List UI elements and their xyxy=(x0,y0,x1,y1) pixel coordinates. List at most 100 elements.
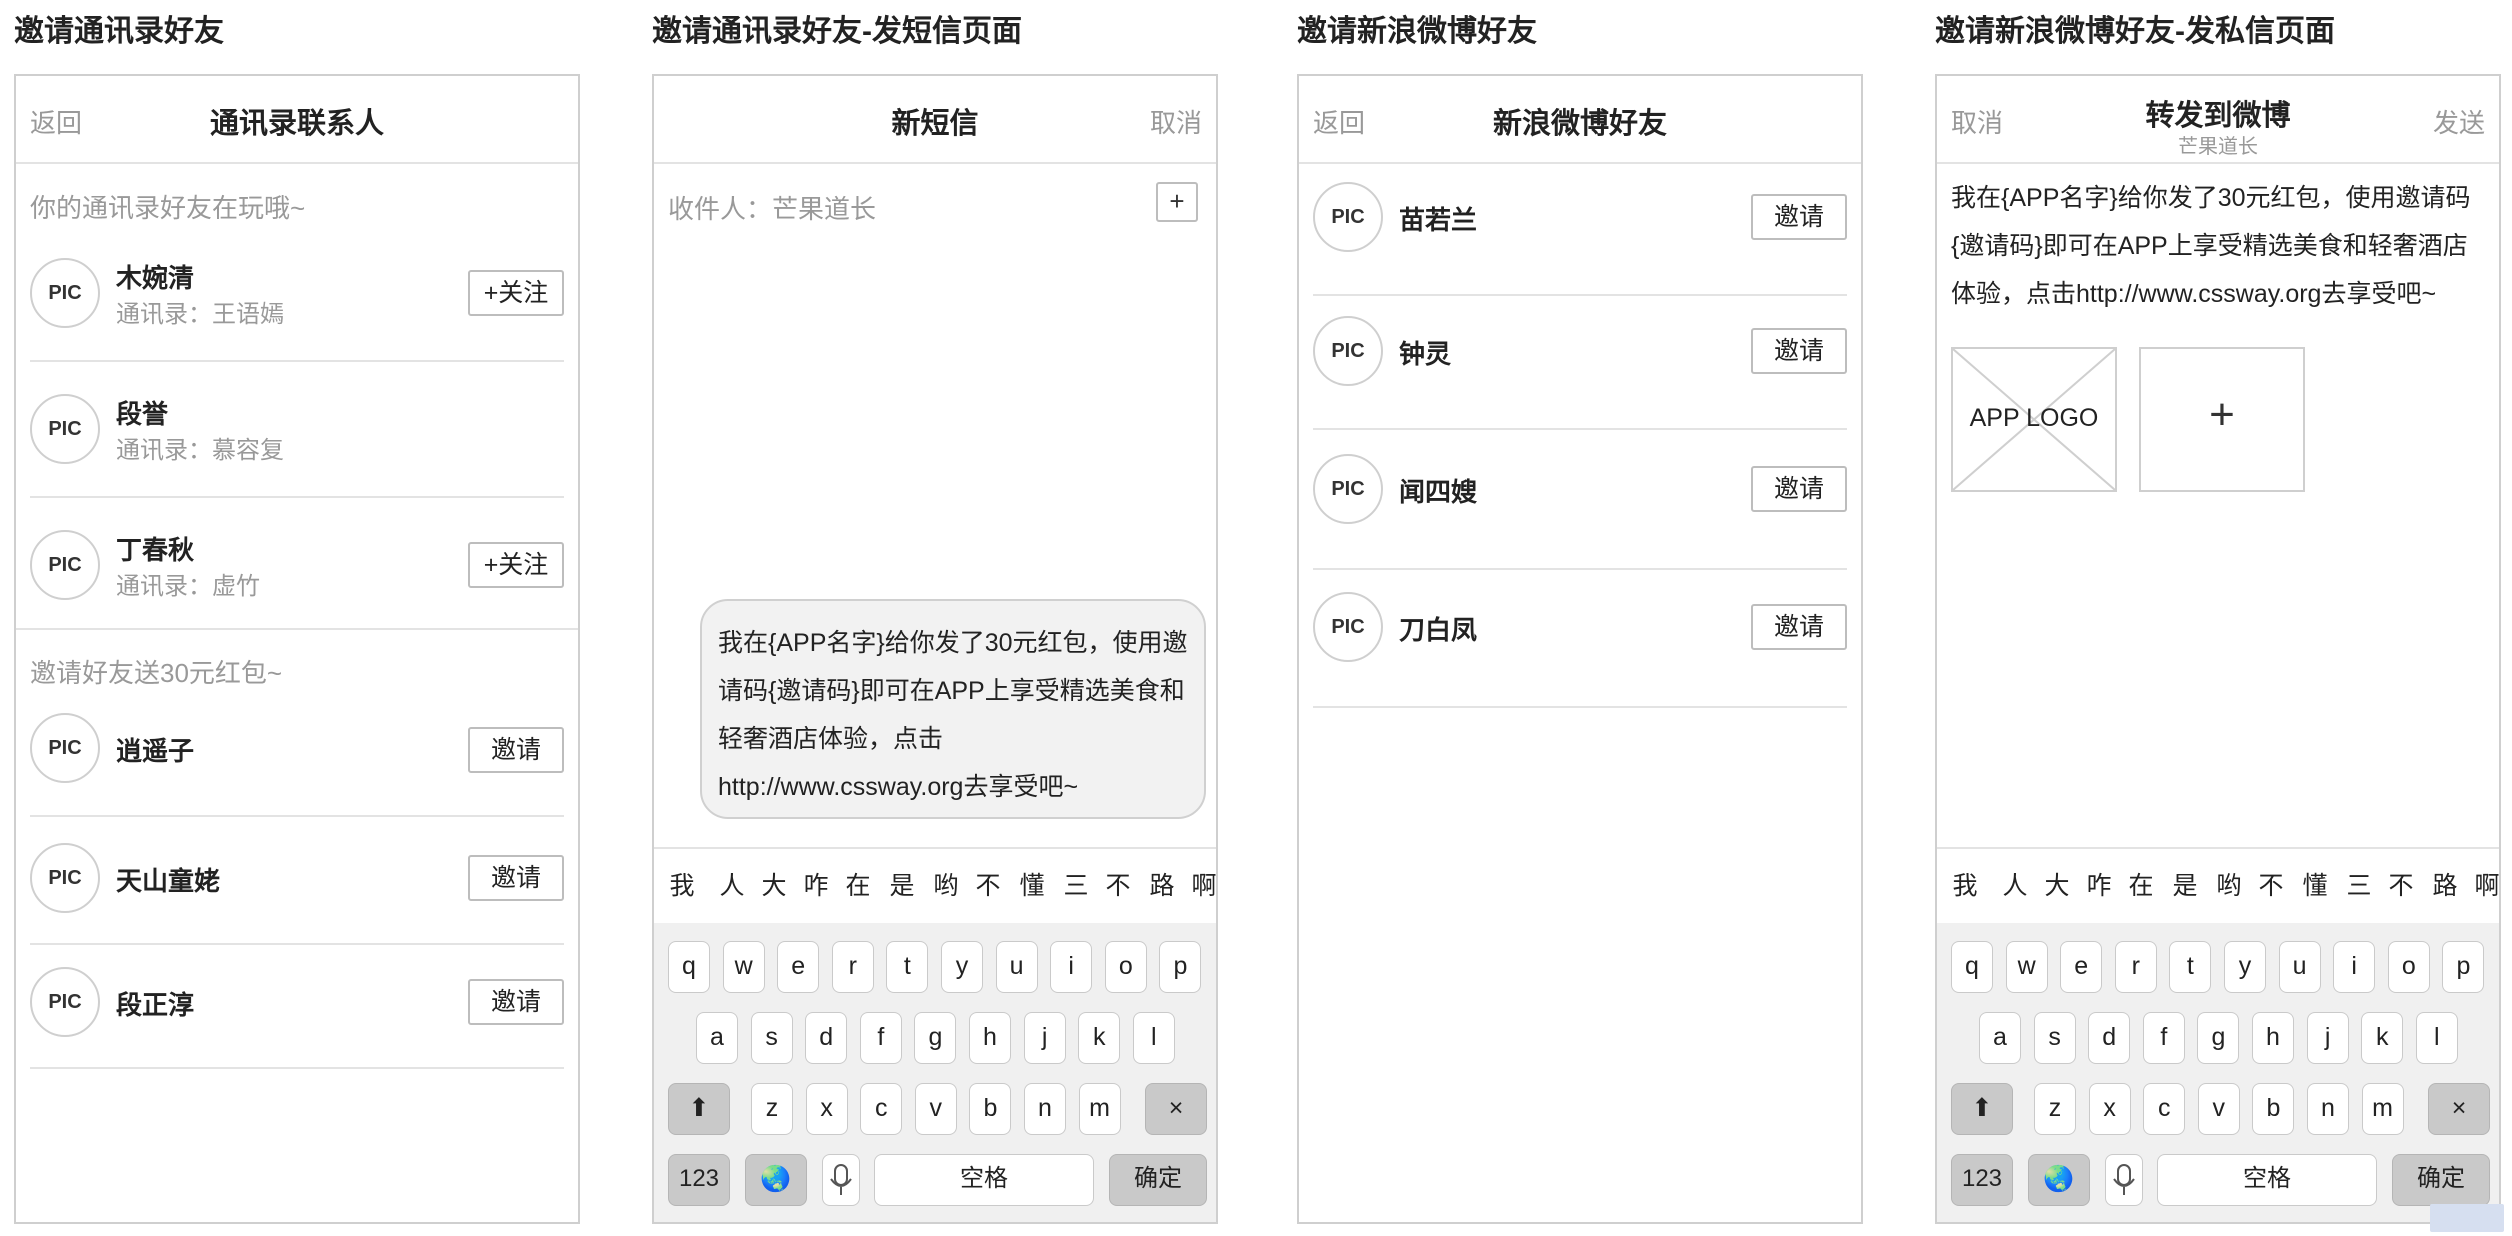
space-key[interactable]: 空格 xyxy=(874,1154,1094,1206)
invite-row[interactable]: PIC 逍遥子 邀请 xyxy=(30,683,564,817)
invite-row[interactable]: PIC 天山童姥 邀请 xyxy=(30,815,564,945)
key-h[interactable]: h xyxy=(969,1012,1011,1064)
globe-key[interactable]: 🌏 xyxy=(745,1154,807,1206)
key-u[interactable]: u xyxy=(995,941,1038,993)
suggestion-candidate[interactable]: 路 xyxy=(1144,849,1180,923)
key-p[interactable]: p xyxy=(1159,941,1202,993)
key-l[interactable]: l xyxy=(2415,1012,2458,1064)
suggestion-candidate[interactable]: 不 xyxy=(2383,849,2419,923)
suggestion-candidate[interactable]: 啊 xyxy=(2469,849,2499,923)
key-a[interactable]: a xyxy=(1979,1012,2021,1064)
follow-button[interactable]: +关注 xyxy=(468,270,564,316)
key-g[interactable]: g xyxy=(2197,1012,2240,1064)
suggestion-candidate[interactable]: 不 xyxy=(1100,849,1136,923)
key-g[interactable]: g xyxy=(914,1012,957,1064)
key-t[interactable]: t xyxy=(2169,941,2212,993)
key-i[interactable]: i xyxy=(2333,941,2376,993)
key-e[interactable]: e xyxy=(777,941,820,993)
numbers-key[interactable]: 123 xyxy=(1951,1154,2013,1206)
post-text-area[interactable]: 我在{APP名字}给你发了30元红包，使用邀请码{邀请码}即可在APP上享受精选… xyxy=(1951,174,2485,318)
contact-row[interactable]: PIC 段誉 通讯录：慕容复 xyxy=(30,360,564,498)
shift-key[interactable]: ⬆ xyxy=(668,1083,730,1135)
key-l[interactable]: l xyxy=(1132,1012,1175,1064)
suggestion-candidate[interactable]: 路 xyxy=(2427,849,2463,923)
key-q[interactable]: q xyxy=(668,941,710,993)
key-w[interactable]: w xyxy=(722,941,765,993)
suggestion-candidate[interactable]: 不 xyxy=(2253,849,2289,923)
key-r[interactable]: r xyxy=(831,941,874,993)
suggestion-candidate[interactable]: 不 xyxy=(970,849,1006,923)
add-image-button[interactable]: + xyxy=(2139,347,2305,492)
invite-row[interactable]: PIC 段正淳 邀请 xyxy=(30,943,564,1069)
key-o[interactable]: o xyxy=(1104,941,1147,993)
shift-key[interactable]: ⬆ xyxy=(1951,1083,2013,1135)
send-button[interactable]: 发送 xyxy=(2433,103,2485,140)
weibo-friend-row[interactable]: PIC 刀白凤 邀请 xyxy=(1313,568,1847,708)
suggestion-candidate[interactable]: 在 xyxy=(2123,849,2159,923)
suggestion-candidate[interactable]: 哟 xyxy=(2211,849,2247,923)
suggestion-candidate[interactable]: 大 xyxy=(2039,849,2075,923)
key-w[interactable]: w xyxy=(2005,941,2048,993)
suggestion-candidate[interactable]: 是 xyxy=(884,849,920,923)
key-x[interactable]: x xyxy=(2088,1083,2131,1135)
suggestion-candidate[interactable]: 啊 xyxy=(1186,849,1216,923)
confirm-key[interactable]: 确定 xyxy=(1109,1154,1207,1206)
key-p[interactable]: p xyxy=(2442,941,2485,993)
invite-button[interactable]: 邀请 xyxy=(468,979,564,1025)
add-recipient-button[interactable]: + xyxy=(1156,182,1198,222)
key-e[interactable]: e xyxy=(2060,941,2103,993)
key-v[interactable]: v xyxy=(2197,1083,2240,1135)
suggestion-candidate[interactable]: 懂 xyxy=(1014,849,1050,923)
suggestion-candidate[interactable]: 我 xyxy=(664,849,700,923)
key-s[interactable]: s xyxy=(750,1012,793,1064)
key-j[interactable]: j xyxy=(1023,1012,1066,1064)
key-f[interactable]: f xyxy=(859,1012,902,1064)
suggestion-candidate[interactable]: 咋 xyxy=(798,849,834,923)
key-t[interactable]: t xyxy=(886,941,929,993)
key-d[interactable]: d xyxy=(2088,1012,2131,1064)
invite-button[interactable]: 邀请 xyxy=(1751,194,1847,240)
suggestion-candidate[interactable]: 三 xyxy=(2341,849,2377,923)
suggestion-candidate[interactable]: 在 xyxy=(840,849,876,923)
globe-key[interactable]: 🌏 xyxy=(2028,1154,2090,1206)
weibo-friend-row[interactable]: PIC 钟灵 邀请 xyxy=(1313,294,1847,430)
suggestion-candidate[interactable]: 懂 xyxy=(2297,849,2333,923)
key-m[interactable]: m xyxy=(2361,1083,2404,1135)
delete-key[interactable]: × xyxy=(2428,1083,2490,1135)
weibo-friend-row[interactable]: PIC 闻四嫂 邀请 xyxy=(1313,428,1847,570)
microphone-key[interactable] xyxy=(2105,1154,2143,1206)
key-z[interactable]: z xyxy=(2034,1083,2076,1135)
space-key[interactable]: 空格 xyxy=(2157,1154,2377,1206)
key-v[interactable]: v xyxy=(914,1083,957,1135)
invite-button[interactable]: 邀请 xyxy=(468,727,564,773)
key-h[interactable]: h xyxy=(2252,1012,2294,1064)
key-n[interactable]: n xyxy=(1024,1083,1066,1135)
key-n[interactable]: n xyxy=(2307,1083,2349,1135)
suggestion-candidate[interactable]: 人 xyxy=(714,849,750,923)
delete-key[interactable]: × xyxy=(1145,1083,1207,1135)
key-x[interactable]: x xyxy=(805,1083,848,1135)
follow-button[interactable]: +关注 xyxy=(468,542,564,588)
suggestion-candidate[interactable]: 三 xyxy=(1058,849,1094,923)
key-b[interactable]: b xyxy=(2252,1083,2295,1135)
key-y[interactable]: y xyxy=(2224,941,2266,993)
key-o[interactable]: o xyxy=(2387,941,2430,993)
key-q[interactable]: q xyxy=(1951,941,1993,993)
suggestion-candidate[interactable]: 大 xyxy=(756,849,792,923)
recipient-field[interactable]: 收件人：芒果道长 xyxy=(668,189,876,226)
key-r[interactable]: r xyxy=(2114,941,2157,993)
cancel-button[interactable]: 取消 xyxy=(1150,103,1202,140)
weibo-friend-row[interactable]: PIC 苗若兰 邀请 xyxy=(1313,162,1847,296)
key-c[interactable]: c xyxy=(2143,1083,2186,1135)
suggestion-candidate[interactable]: 是 xyxy=(2167,849,2203,923)
key-j[interactable]: j xyxy=(2306,1012,2349,1064)
suggestion-candidate[interactable]: 人 xyxy=(1997,849,2033,923)
suggestion-candidate[interactable]: 咋 xyxy=(2081,849,2117,923)
confirm-key[interactable]: 确定 xyxy=(2392,1154,2490,1206)
key-k[interactable]: k xyxy=(2361,1012,2404,1064)
contact-row[interactable]: PIC 丁春秋 通讯录：虚竹 +关注 xyxy=(30,496,564,632)
invite-button[interactable]: 邀请 xyxy=(1751,328,1847,374)
key-i[interactable]: i xyxy=(1050,941,1093,993)
key-u[interactable]: u xyxy=(2278,941,2321,993)
key-k[interactable]: k xyxy=(1078,1012,1121,1064)
